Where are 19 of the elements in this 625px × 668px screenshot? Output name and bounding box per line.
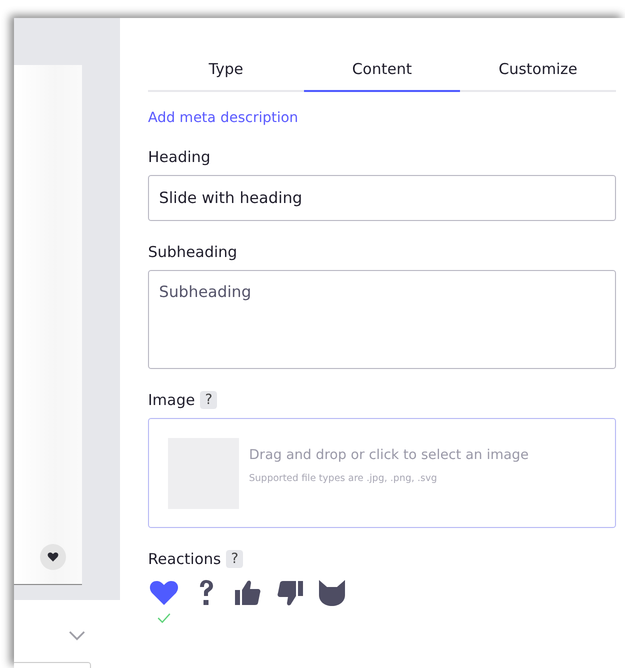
tab[interactable]: Type [148, 48, 304, 92]
heart-icon [47, 551, 59, 563]
cat-icon[interactable] [316, 577, 348, 609]
file-types-hint: Supported file types are .jpg, .png, .svg [249, 472, 438, 484]
check-icon [157, 613, 171, 623]
field-label: Heading [148, 148, 212, 166]
heart-button[interactable] [40, 544, 66, 570]
field-label: Reactions [148, 550, 221, 568]
field-label: Image [148, 391, 195, 409]
tab[interactable]: Customize [460, 48, 616, 92]
tab[interactable]: Content [304, 48, 460, 92]
subheading-textarea[interactable]: Subheading [148, 270, 616, 369]
chevron-down-icon[interactable] [68, 630, 86, 641]
help-badge[interactable]: ? [200, 391, 218, 409]
heading-input[interactable]: Slide with heading [148, 175, 616, 221]
dropzone-prompt: Drag and drop or click to select an image [249, 446, 529, 462]
help-badge[interactable]: ? [226, 550, 244, 568]
add-meta-description-link[interactable]: Add meta description [148, 110, 298, 126]
field-label: Subheading [148, 243, 238, 261]
